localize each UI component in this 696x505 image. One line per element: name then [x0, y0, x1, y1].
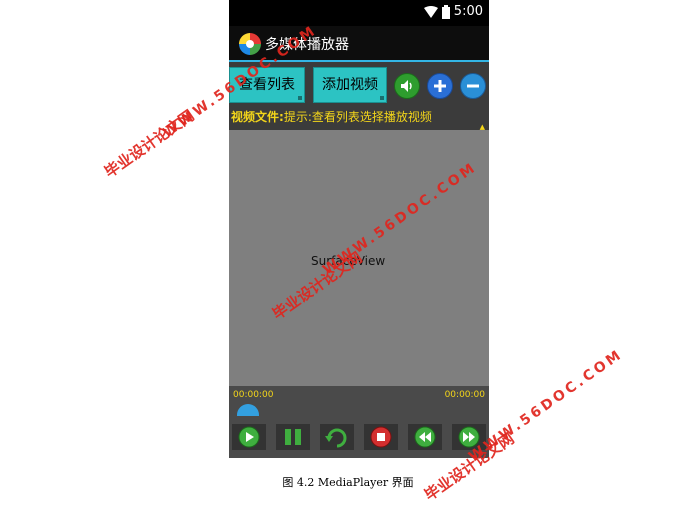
replay-icon: [325, 428, 347, 448]
watermark-url: WWW.56DOC.COM: [466, 346, 627, 466]
play-icon: [238, 426, 260, 448]
play-button[interactable]: [232, 424, 266, 450]
battery-icon: [441, 4, 450, 19]
speaker-icon[interactable]: [394, 73, 420, 99]
video-file-label: 视频文件:: [231, 110, 284, 124]
pause-button[interactable]: [276, 424, 310, 450]
status-time: 5:00: [453, 4, 483, 19]
minus-icon[interactable]: [460, 73, 486, 99]
total-time: 00:00:00: [444, 390, 485, 400]
rewind-button[interactable]: [408, 424, 442, 450]
current-time: 00:00:00: [233, 390, 274, 400]
rewind-icon: [414, 426, 436, 448]
control-buttons: [232, 424, 486, 452]
seekbar-thumb[interactable]: [237, 404, 259, 416]
replay-button[interactable]: [320, 424, 354, 450]
figure-caption: 图 4.2 MediaPlayer 界面: [282, 476, 414, 489]
hint-bar: 视频文件:提示:查看列表选择播放视频 ▲: [229, 106, 489, 131]
status-bar: 5:00: [229, 0, 489, 26]
wifi-icon: [423, 5, 438, 18]
stop-button[interactable]: [364, 424, 398, 450]
hint-text: 提示:查看列表选择播放视频: [283, 110, 432, 124]
add-video-button[interactable]: 添加视频: [313, 67, 387, 103]
playback-controls: 00:00:00 00:00:00: [229, 386, 489, 458]
stop-icon: [370, 426, 392, 448]
plus-icon[interactable]: [427, 73, 453, 99]
pause-icon: [285, 429, 301, 445]
app-logo-icon: [239, 33, 261, 55]
